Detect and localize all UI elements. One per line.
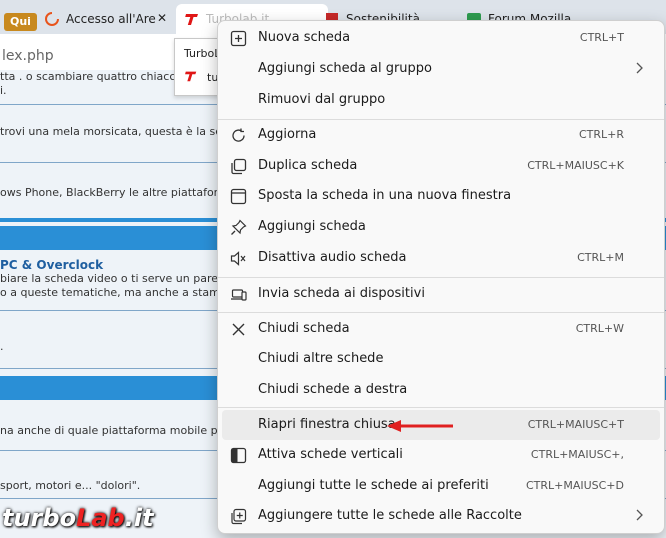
menu-item-label: Aggiungi tutte le schede ai preferiti bbox=[258, 478, 489, 493]
turbolab-icon bbox=[185, 14, 198, 25]
menu-item-shortcut: CTRL+T bbox=[579, 31, 624, 44]
menu-item-label: Attiva schede verticali bbox=[258, 447, 403, 462]
chevron-right-icon bbox=[636, 509, 643, 521]
menu-item-label: Invia scheda ai dispositivi bbox=[258, 286, 425, 301]
menu-item-refresh[interactable]: Aggiorna CTRL+R bbox=[222, 120, 660, 150]
window-icon bbox=[230, 188, 247, 205]
address-url: lex.php bbox=[2, 48, 54, 64]
section-heading[interactable]: PC & Overclock bbox=[0, 258, 103, 272]
menu-item-shortcut: CTRL+R bbox=[578, 128, 624, 141]
menu-item-move-to-window[interactable]: Sposta la scheda in una nuova finestra bbox=[222, 181, 660, 211]
menu-item-label: Aggiorna bbox=[258, 127, 317, 142]
tab-context-menu: Nuova scheda CTRL+T Aggiungi scheda al g… bbox=[217, 20, 665, 534]
menu-item-shortcut: CTRL+W bbox=[575, 322, 624, 335]
refresh-icon bbox=[232, 128, 245, 142]
tab-accesso[interactable]: Accesso all'Are ✕ bbox=[44, 4, 172, 34]
menu-item-new-tab[interactable]: Nuova scheda CTRL+T bbox=[222, 23, 660, 53]
menu-item-add-all-favorites[interactable]: Aggiungi tutte le schede ai preferiti CT… bbox=[222, 471, 660, 501]
turbolab-logo: turboLab.it bbox=[2, 504, 154, 532]
menu-item-shortcut: CTRL+MAIUSC+K bbox=[527, 159, 624, 172]
devices-icon bbox=[231, 289, 247, 301]
tab-label: Accesso all'Are bbox=[66, 12, 156, 26]
collections-icon bbox=[231, 508, 247, 525]
menu-item-label: Riapri finestra chiusa bbox=[258, 417, 396, 432]
menu-item-shortcut: CTRL+M bbox=[577, 251, 624, 264]
menu-item-label: Aggiungere tutte le schede alle Raccolte bbox=[258, 508, 522, 523]
menu-item-label: Rimuovi dal gruppo bbox=[258, 92, 386, 107]
chevron-right-icon bbox=[636, 62, 643, 74]
tab-group-pill[interactable]: Qui bbox=[4, 13, 37, 31]
menu-divider bbox=[218, 312, 664, 313]
menu-item-label: Disattiva audio scheda bbox=[258, 250, 407, 265]
menu-item-label: Chiudi altre schede bbox=[258, 351, 384, 366]
menu-item-label: Aggiungi scheda bbox=[258, 219, 366, 234]
menu-item-shortcut: CTRL+MAIUSC+D bbox=[525, 479, 624, 492]
menu-divider bbox=[218, 407, 664, 408]
menu-item-remove-from-group[interactable]: Rimuovi dal gruppo bbox=[222, 85, 660, 115]
menu-item-pin-tab[interactable]: Aggiungi scheda bbox=[222, 212, 660, 242]
menu-item-add-to-group[interactable]: Aggiungi scheda al gruppo bbox=[222, 54, 660, 84]
menu-item-close-right[interactable]: Chiudi schede a destra bbox=[222, 375, 660, 405]
tooltip-title: TurboL bbox=[184, 47, 221, 60]
menu-item-label: Duplica scheda bbox=[258, 158, 358, 173]
new-tab-icon bbox=[230, 30, 247, 47]
close-icon bbox=[232, 323, 245, 336]
turbolab-icon bbox=[185, 71, 197, 82]
duplicate-icon bbox=[231, 158, 247, 175]
loading-icon bbox=[45, 12, 59, 26]
menu-item-duplicate[interactable]: Duplica scheda CTRL+MAIUSC+K bbox=[222, 151, 660, 181]
menu-item-label: Aggiungi scheda al gruppo bbox=[258, 61, 432, 76]
menu-item-label: Nuova scheda bbox=[258, 30, 351, 45]
menu-item-send-to-devices[interactable]: Invia scheda ai dispositivi bbox=[222, 279, 660, 309]
pin-icon bbox=[231, 219, 247, 235]
menu-item-add-all-collections[interactable]: Aggiungere tutte le schede alle Raccolte bbox=[222, 501, 660, 531]
menu-divider bbox=[218, 277, 664, 278]
menu-item-shortcut: CTRL+MAIUSC+T bbox=[527, 418, 624, 431]
menu-item-vertical-tabs[interactable]: Attiva schede verticali CTRL+MAIUSC+, bbox=[222, 440, 660, 470]
menu-item-mute[interactable]: Disattiva audio scheda CTRL+M bbox=[222, 243, 660, 273]
mute-icon bbox=[230, 251, 246, 266]
menu-item-label: Chiudi scheda bbox=[258, 321, 350, 336]
menu-item-shortcut: CTRL+MAIUSC+, bbox=[530, 448, 624, 461]
close-icon[interactable]: ✕ bbox=[157, 11, 167, 25]
vertical-tabs-icon bbox=[230, 447, 247, 464]
menu-item-close-others[interactable]: Chiudi altre schede bbox=[222, 344, 660, 374]
menu-item-label: Chiudi schede a destra bbox=[258, 382, 408, 397]
menu-item-close-tab[interactable]: Chiudi scheda CTRL+W bbox=[222, 314, 660, 344]
menu-item-label: Sposta la scheda in una nuova finestra bbox=[258, 188, 512, 203]
annotation-arrow-icon bbox=[387, 420, 453, 432]
